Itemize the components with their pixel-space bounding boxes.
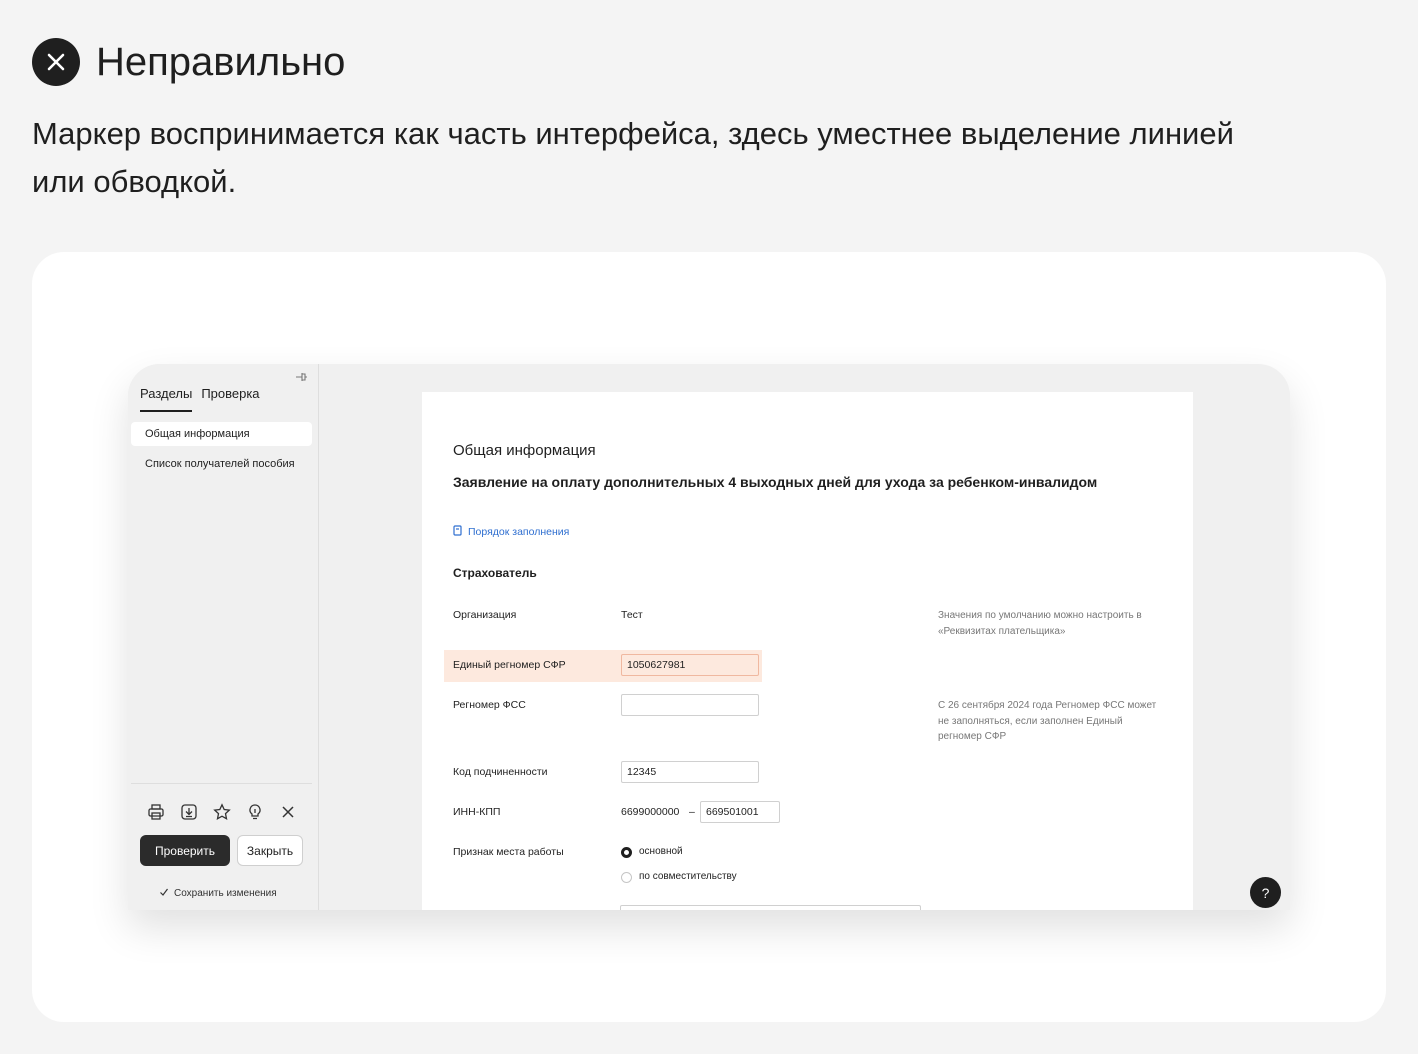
org-label: Организация	[453, 609, 517, 621]
sidebar-tabs: Разделы Проверка	[140, 386, 269, 412]
fss-hint: С 26 сентября 2024 года Регномер ФСС мож…	[938, 700, 1157, 742]
inn-separator: –	[689, 806, 695, 818]
check-icon	[159, 887, 169, 900]
divider	[131, 783, 312, 784]
kpp-field[interactable]: 669501001	[700, 801, 780, 823]
document-title: Заявление на оплату дополнительных 4 вых…	[453, 474, 1098, 490]
org-value: Тест	[621, 609, 643, 621]
fss-label: Регномер ФСС	[453, 699, 526, 711]
insurer-heading: Страхователь	[453, 566, 537, 580]
download-icon[interactable]	[178, 801, 200, 823]
print-icon[interactable]	[145, 801, 167, 823]
sfr-label: Единый регномер СФР	[453, 659, 566, 671]
toolbar	[145, 801, 310, 823]
close-icon[interactable]	[277, 801, 299, 823]
filling-guide-link[interactable]: Порядок заполнения	[453, 525, 569, 539]
book-icon	[453, 525, 462, 539]
code-field[interactable]: 12345	[621, 761, 759, 783]
sfr-field[interactable]: 1050627981	[621, 654, 759, 676]
page-title: Неправильно	[96, 40, 346, 84]
inn-value: 6699000000	[621, 806, 680, 818]
tab-check[interactable]: Проверка	[201, 386, 259, 412]
description: Маркер воспринимается как часть интерфей…	[32, 116, 1234, 199]
sidebar-item-recipients[interactable]: Список получателей пособия	[131, 452, 312, 476]
document-form: Общая информация Заявление на оплату доп…	[422, 392, 1193, 910]
close-icon	[32, 38, 80, 86]
help-button[interactable]: ?	[1250, 877, 1281, 908]
fss-field[interactable]	[621, 694, 759, 716]
save-status: Сохранить изменения	[159, 887, 277, 900]
header: Неправильно	[32, 38, 345, 86]
pin-icon[interactable]	[294, 370, 308, 389]
sidebar-item-general-info[interactable]: Общая информация	[131, 422, 312, 446]
partial-field[interactable]	[620, 905, 921, 910]
section-heading: Общая информация	[453, 442, 596, 459]
tab-sections[interactable]: Разделы	[140, 386, 193, 412]
star-icon[interactable]	[211, 801, 233, 823]
radio-main[interactable]	[621, 847, 632, 858]
sidebar: Разделы Проверка Общая информация Список…	[128, 364, 319, 910]
work-label: Признак места работы	[453, 846, 564, 858]
app-window: Разделы Проверка Общая информация Список…	[128, 364, 1290, 910]
radio-part-time[interactable]	[621, 872, 632, 883]
code-label: Код подчиненности	[453, 766, 548, 778]
lightbulb-icon[interactable]	[244, 801, 266, 823]
inn-label: ИНН-КПП	[453, 806, 501, 818]
filling-guide-label: Порядок заполнения	[468, 526, 570, 538]
check-button[interactable]: Проверить	[140, 835, 230, 866]
radio-main-label: основной	[639, 846, 683, 857]
save-status-label: Сохранить изменения	[174, 888, 277, 899]
radio-part-time-label: по совместительству	[639, 871, 737, 882]
org-hint: Значения по умолчанию можно настроить в …	[938, 610, 1142, 637]
close-button[interactable]: Закрыть	[237, 835, 303, 866]
